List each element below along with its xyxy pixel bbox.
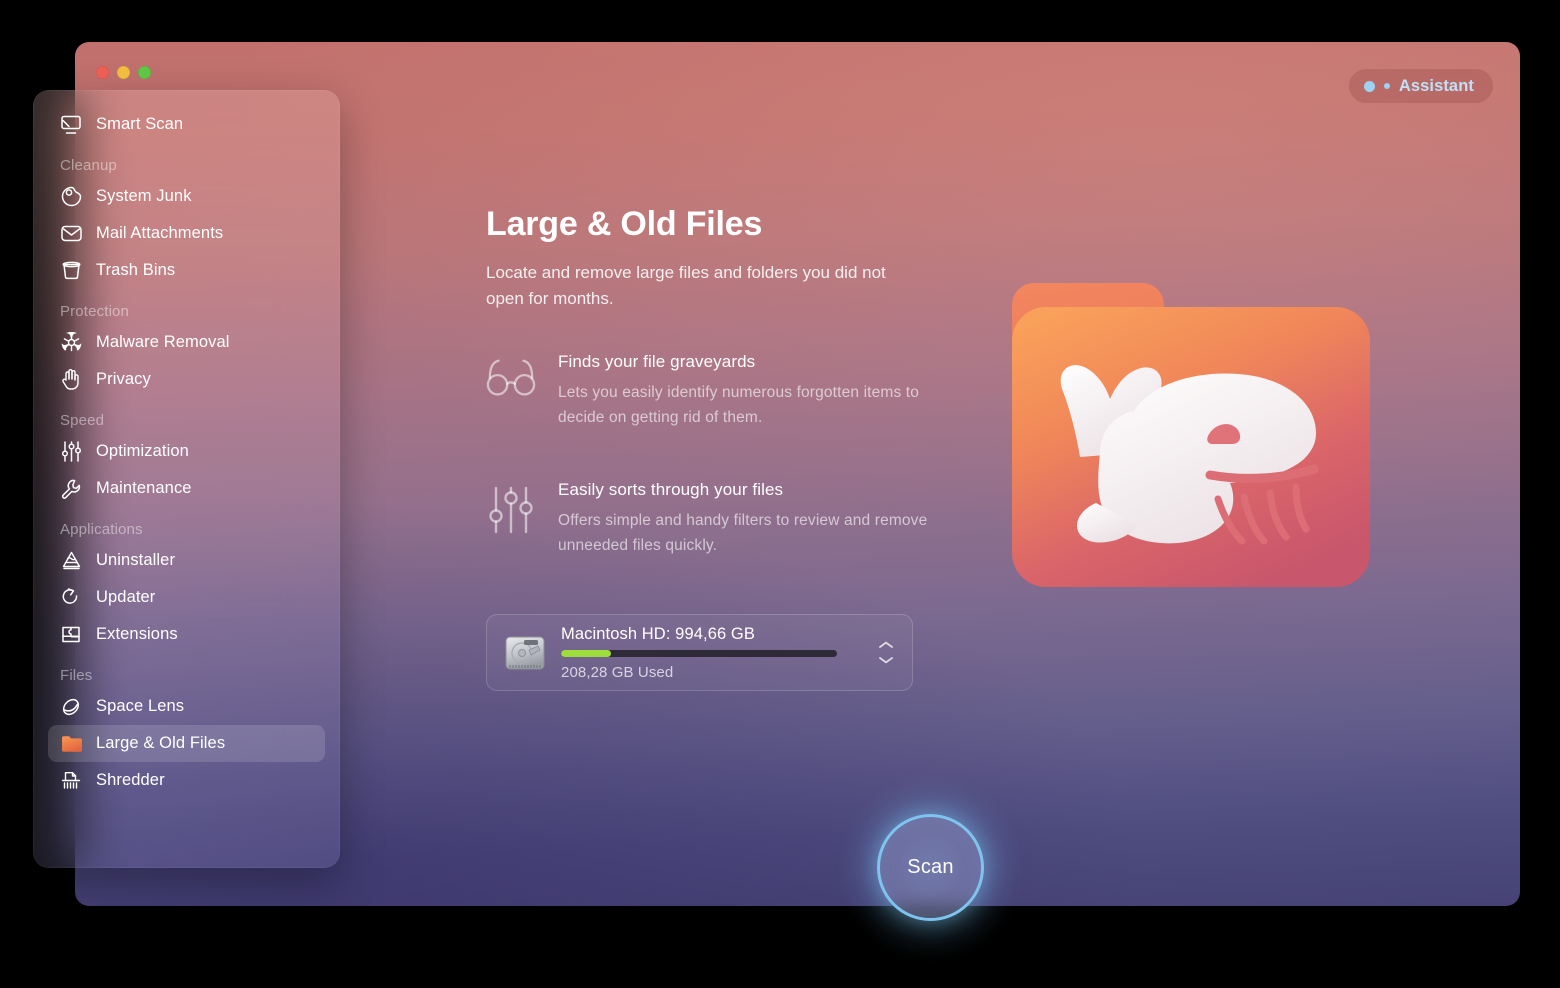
screen: Assistant Large & Old Files Locate and r… <box>0 0 1560 988</box>
sidebar-item-trash-bins[interactable]: Trash Bins <box>48 252 325 289</box>
sidebar-item-updater[interactable]: Updater <box>48 579 325 616</box>
disk-usage-bar <box>561 649 837 657</box>
sidebar-item-label: Mail Attachments <box>96 224 224 242</box>
sidebar-item-label: Maintenance <box>96 479 192 497</box>
hand-icon <box>60 369 82 391</box>
glasses-icon <box>486 352 536 430</box>
sidebar-item-label: System Junk <box>96 187 192 205</box>
assistant-status-dot-small <box>1383 83 1390 89</box>
minimize-button[interactable] <box>117 66 130 79</box>
sidebar-item-label: Smart Scan <box>96 115 184 133</box>
sidebar-item-label: Trash Bins <box>96 261 176 279</box>
updater-icon <box>60 587 82 609</box>
system-junk-icon <box>60 186 82 208</box>
assistant-button[interactable]: Assistant <box>1348 69 1493 103</box>
sidebar-item-smart-scan[interactable]: Smart Scan <box>48 106 325 143</box>
disk-used-label: 208,28 GB Used <box>561 663 674 681</box>
close-button[interactable] <box>96 66 109 79</box>
sidebar-item-mail-attachments[interactable]: Mail Attachments <box>48 215 325 252</box>
sidebar-item-label: Uninstaller <box>96 551 176 569</box>
sidebar-item-space-lens[interactable]: Space Lens <box>48 688 325 725</box>
scan-button-label: Scan <box>907 856 954 878</box>
feature-description: Offers simple and handy filters to revie… <box>558 512 928 554</box>
wrench-icon <box>60 478 82 500</box>
sidebar-item-label: Extensions <box>96 625 178 643</box>
disk-name: Macintosh HD: 994,66 GB <box>561 624 755 643</box>
sidebar-section-protection: Protection <box>60 303 130 320</box>
window-controls[interactable] <box>96 66 151 79</box>
sidebar-item-label: Privacy <box>96 370 151 388</box>
disk-usage-fill <box>561 649 611 657</box>
assistant-status-dot-large <box>1363 80 1375 92</box>
sidebar-section-applications: Applications <box>60 521 143 538</box>
scan-button-wrapper: Scan <box>839 776 1022 959</box>
disk-stepper[interactable] <box>875 641 897 664</box>
feature-description: Lets you easily identify numerous forgot… <box>558 384 920 426</box>
feature-title: Easily sorts through your files <box>558 480 784 499</box>
main-content: Large & Old Files Locate and remove larg… <box>486 42 1520 906</box>
smart-scan-icon <box>60 114 82 136</box>
mail-icon <box>60 223 82 245</box>
sidebar-section-cleanup: Cleanup <box>60 157 117 174</box>
sidebar-item-malware-removal[interactable]: Malware Removal <box>48 324 325 361</box>
sidebar-item-label: Malware Removal <box>96 333 230 351</box>
sidebar-section-files: Files <box>60 667 93 684</box>
sidebar-item-maintenance[interactable]: Maintenance <box>48 470 325 507</box>
sidebar-item-label: Optimization <box>96 442 189 460</box>
zoom-button[interactable] <box>138 66 151 79</box>
chevron-up-icon[interactable] <box>879 641 893 649</box>
scan-button[interactable]: Scan <box>877 814 984 921</box>
orange-folder-icon <box>60 733 82 755</box>
assistant-label: Assistant <box>1398 76 1474 95</box>
sidebar-item-label: Updater <box>96 588 156 606</box>
sidebar-item-uninstaller[interactable]: Uninstaller <box>48 542 325 579</box>
trash-icon <box>60 260 82 282</box>
feature-item: Easily sorts through your files Offers s… <box>486 480 946 558</box>
biohazard-icon <box>60 332 82 354</box>
sidebar-item-label: Shredder <box>96 771 165 789</box>
sidebar-item-label: Space Lens <box>96 697 185 715</box>
feature-item: Finds your file graveyards Lets you easi… <box>486 352 946 430</box>
hard-disk-icon <box>505 636 545 669</box>
sidebar-item-privacy[interactable]: Privacy <box>48 361 325 398</box>
uninstaller-icon <box>60 550 82 572</box>
sidebar-item-system-junk[interactable]: System Junk <box>48 178 325 215</box>
sliders-icon <box>60 441 82 463</box>
page-title: Large & Old Files <box>486 205 763 243</box>
sidebar-item-large-and-old-files[interactable]: Large & Old Files <box>48 725 325 762</box>
space-lens-icon <box>60 696 82 718</box>
disk-selector[interactable]: Macintosh HD: 994,66 GB 208,28 GB Used <box>486 614 913 691</box>
chevron-down-icon[interactable] <box>879 656 893 664</box>
sidebar-item-optimization[interactable]: Optimization <box>48 433 325 470</box>
sidebar: Smart Scan Cleanup System Junk Mail Atta… <box>33 90 340 868</box>
sidebar-item-label: Large & Old Files <box>96 734 226 752</box>
page-subtitle: Locate and remove large files and folder… <box>486 263 886 308</box>
sidebar-item-extensions[interactable]: Extensions <box>48 616 325 653</box>
feature-title: Finds your file graveyards <box>558 352 756 371</box>
shredder-icon <box>60 770 82 792</box>
sidebar-section-speed: Speed <box>60 412 105 429</box>
extensions-icon <box>60 624 82 646</box>
sliders-icon <box>486 480 536 558</box>
sidebar-item-shredder[interactable]: Shredder <box>48 762 325 799</box>
